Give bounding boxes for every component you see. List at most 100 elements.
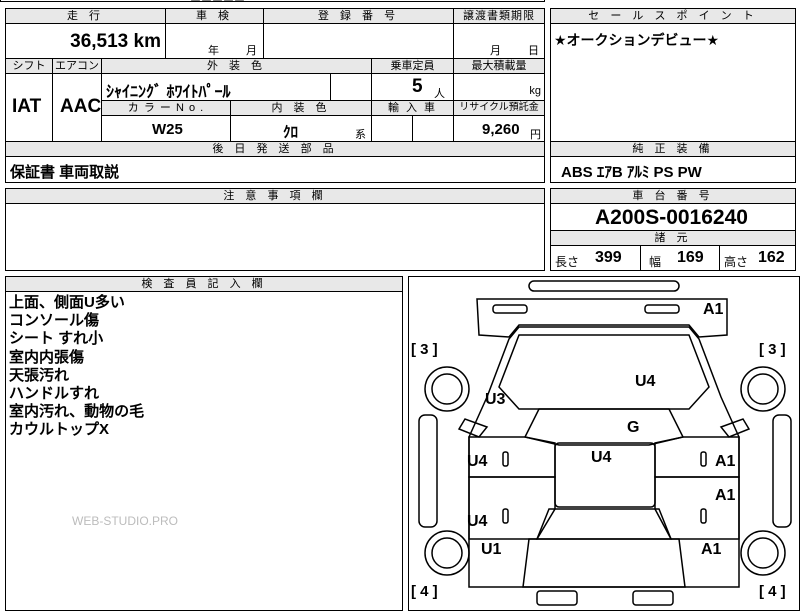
sales-point-header: セ ー ル ス ポ イ ン ト: [550, 8, 796, 24]
inspector-header: 検 査 員 記 入 欄: [5, 276, 403, 292]
front-grille-right: [644, 304, 680, 314]
mark-a1-right-rear: A1: [701, 541, 722, 558]
specs-length-cell: 長さ 399: [550, 245, 641, 271]
shift-value: IAT: [12, 96, 42, 117]
recycle-value: 9,260: [482, 121, 520, 138]
car-diagram-panel: A1 U4 U3 G U4 U4 A1 A1 U4 U1 A1 [ 3 ] [ …: [408, 276, 800, 611]
chassis-cell: A200S-0016240: [550, 203, 796, 231]
rear-light-left: [536, 590, 578, 606]
equipment-cell: ABS ｴｱB ｱﾙﾐ PS PW: [550, 156, 796, 183]
mark-u4-left-rear-door: U4: [467, 513, 488, 530]
capacity-value: 5: [412, 76, 423, 97]
left-side-sill: [418, 414, 438, 528]
color-no-header: カ ラ ー N o .: [101, 100, 231, 116]
inspector-note: ハンドルすれ: [9, 385, 100, 403]
front-grille-left: [492, 304, 528, 314]
watermark: WEB-STUDIO.PRO: [72, 514, 179, 528]
specs-header: 諸 元: [550, 230, 796, 246]
max-load-unit: kg: [529, 85, 541, 97]
front-bumper-outline: [528, 280, 680, 292]
sales-point-cell: ★オークションデビュー★: [550, 23, 796, 143]
mileage-cell: 36,513 km: [5, 23, 166, 59]
wheel-front-right-inner: [747, 373, 779, 405]
wheel-rear-right-inner: [747, 537, 779, 569]
registration-header: 登 録 番 号: [263, 8, 454, 24]
length-value: 399: [595, 249, 622, 266]
max-load-header: 最大積載量: [453, 58, 545, 74]
import-header: 輸 入 車: [371, 100, 454, 116]
hood-outline: [498, 334, 710, 410]
top-cut-text: ーーーーー: [190, 0, 245, 7]
recycle-unit: 円: [530, 129, 541, 141]
top-cut-row: [0, 0, 545, 2]
wheel-rear-left-inner: [431, 537, 463, 569]
mileage-header: 走 行: [5, 8, 166, 24]
mark-a1-top: A1: [703, 301, 724, 318]
inspection-year-label: 年: [208, 45, 219, 57]
mark-u4-roof: U4: [591, 449, 612, 466]
later-parts-text: 保証書 車両取説: [10, 164, 120, 181]
interior-color-value: ｸﾛ: [283, 124, 299, 141]
exterior-color-extra: [330, 73, 372, 101]
door-handle-left-rear: [502, 508, 509, 524]
color-no-cell: W25: [101, 115, 231, 142]
shift-cell: IAT: [5, 73, 53, 142]
registration-cell: [263, 23, 454, 59]
specs-height-cell: 高さ 162: [719, 245, 796, 271]
color-no-value: W25: [152, 121, 183, 138]
shift-header: シフト: [5, 58, 53, 74]
interior-color-header: 内 装 色: [230, 100, 372, 116]
inspector-note: 室内内張傷: [9, 348, 85, 366]
inspector-note: 上面、側面U多い: [9, 294, 125, 311]
max-load-cell: kg: [453, 73, 545, 101]
rear-light-right: [632, 590, 674, 606]
interior-color-cell: ｸﾛ 系: [230, 115, 372, 142]
inspector-notes-list: 上面、側面U多い コンソール傷 シート すれ小 室内内張傷 天張汚れ ハンドルす…: [9, 294, 144, 440]
equipment-text: ABS ｴｱB ｱﾙﾐ PS PW: [561, 164, 702, 181]
inspector-note: コンソール傷: [9, 312, 100, 330]
windshield-outline: [523, 408, 685, 446]
capacity-cell: 5 人: [371, 73, 454, 101]
import-cell-b: [412, 115, 454, 142]
notes-header: 注 意 事 項 欄: [5, 188, 545, 204]
inspection-cell: 年 月: [165, 23, 264, 59]
rear-glass-outline: [535, 508, 673, 540]
width-label: 幅: [649, 255, 662, 269]
specs-width-cell: 幅 169: [640, 245, 720, 271]
ac-header: エアコン: [52, 58, 102, 74]
height-value: 162: [758, 249, 785, 266]
exterior-color-value: ｼｬｲﾆﾝｸﾞ ﾎﾜｲﾄﾊﾟｰﾙ: [106, 84, 231, 101]
tire-rear-right: [ 4 ]: [759, 583, 786, 600]
inspector-note: カウルトップX: [9, 421, 110, 439]
door-handle-right-front: [700, 451, 707, 467]
recycle-header: リサイクル預託金: [453, 100, 545, 116]
transfer-header: 譲渡書類期限: [453, 8, 545, 24]
mark-u1-left-rear: U1: [481, 541, 502, 558]
inspector-note: シート すれ小: [9, 330, 104, 348]
later-parts-header: 後 日 発 送 部 品: [5, 141, 545, 157]
inspection-header: 車 検: [165, 8, 264, 24]
mark-a1-right-rear-door: A1: [715, 487, 736, 504]
capacity-unit: 人: [434, 88, 445, 100]
inspection-month-label: 月: [246, 45, 257, 57]
transfer-month-label: 月: [490, 45, 501, 57]
mileage-value: 36,513 km: [70, 31, 161, 52]
inspector-note: 天張汚れ: [9, 366, 70, 384]
mark-a1-right-front-door: A1: [715, 453, 736, 470]
later-parts-cell: 保証書 車両取説: [5, 156, 545, 183]
inspector-note: 室内汚れ、動物の毛: [9, 403, 145, 421]
door-handle-right-rear: [700, 508, 707, 524]
chassis-header: 車 台 番 号: [550, 188, 796, 204]
mark-u3-left: U3: [485, 391, 506, 408]
length-label: 長さ: [555, 255, 580, 269]
import-cell-a: [371, 115, 413, 142]
mark-u4-left-front-door: U4: [467, 453, 488, 470]
notes-cell: [5, 203, 545, 271]
door-handle-left-front: [502, 451, 509, 467]
right-side-sill: [772, 414, 792, 528]
wheel-front-left-inner: [431, 373, 463, 405]
mark-g-glass: G: [627, 419, 640, 436]
tire-front-left: [ 3 ]: [411, 341, 438, 358]
transfer-cell: 月 日: [453, 23, 545, 59]
equipment-header: 純 正 装 備: [550, 141, 796, 157]
